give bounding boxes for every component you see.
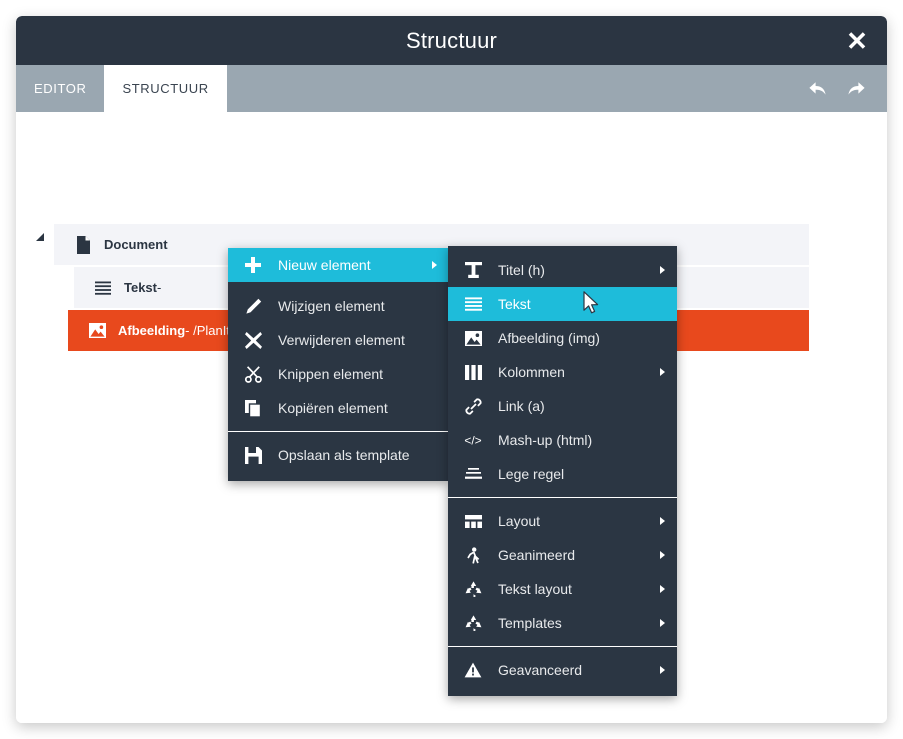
submenu-item-link[interactable]: Link (a) xyxy=(448,389,677,423)
submenu-item-lege-regel-label: Lege regel xyxy=(498,466,565,482)
menu-item-wijzigen-element[interactable]: Wijzigen element xyxy=(228,289,449,323)
menu-item-kopieren-element-label: Kopiëren element xyxy=(278,400,388,416)
menu-separator xyxy=(228,431,449,432)
chevron-right-icon xyxy=(660,517,665,525)
menu-item-knippen-element[interactable]: Knippen element xyxy=(228,357,449,391)
image-icon xyxy=(86,320,108,342)
chevron-right-icon xyxy=(660,266,665,274)
chevron-right-icon xyxy=(660,585,665,593)
submenu-separator-1 xyxy=(448,497,677,498)
menu-item-kopieren-element[interactable]: Kopiëren element xyxy=(228,391,449,425)
submenu-item-templates-label: Templates xyxy=(498,615,562,631)
blank-line-icon xyxy=(462,464,484,484)
dialog-titlebar: Structuur ✕ xyxy=(16,16,887,65)
submenu-gap-top xyxy=(448,246,677,253)
recycle-icon xyxy=(462,613,484,633)
submenu-item-layout-label: Layout xyxy=(498,513,541,529)
submenu-item-geanimeerd[interactable]: Geanimeerd xyxy=(448,538,677,572)
submenu-item-afbeelding[interactable]: Afbeelding (img) xyxy=(448,321,677,355)
cross-icon xyxy=(242,330,264,350)
save-icon xyxy=(242,445,264,465)
menu-item-knippen-element-label: Knippen element xyxy=(278,366,384,382)
chevron-right-icon xyxy=(660,551,665,559)
submenu-item-titel-label: Titel (h) xyxy=(498,262,545,278)
submenu-item-tekst-label: Tekst xyxy=(498,296,531,312)
submenu-item-geavanceerd[interactable]: Geavanceerd xyxy=(448,653,677,687)
collapse-triangle-icon[interactable] xyxy=(35,229,45,241)
tree-row-tekst-label: Tekst xyxy=(124,280,157,295)
tabbar-actions xyxy=(805,65,887,112)
link-icon xyxy=(462,396,484,416)
screen: Structuur ✕ EDITOR STRUCTUUR Document Te… xyxy=(0,0,903,739)
tab-editor[interactable]: EDITOR xyxy=(16,65,104,112)
text-T-icon xyxy=(462,260,484,280)
tabbar-spacer xyxy=(227,65,805,112)
tab-structuur-label: STRUCTUUR xyxy=(122,81,209,96)
menu-item-wijzigen-element-label: Wijzigen element xyxy=(278,298,385,314)
columns-icon xyxy=(462,362,484,382)
chevron-right-icon xyxy=(660,619,665,627)
text-lines-icon xyxy=(462,294,484,314)
submenu-item-lege-regel[interactable]: Lege regel xyxy=(448,457,677,491)
menu-gap xyxy=(228,282,449,289)
code-icon: </> xyxy=(462,430,484,450)
new-element-submenu: Titel (h) Tekst Afbeelding (img) Kolomme… xyxy=(448,246,677,696)
scissors-icon xyxy=(242,364,264,384)
submenu-item-mashup-label: Mash-up (html) xyxy=(498,432,593,448)
submenu-item-kolommen[interactable]: Kolommen xyxy=(448,355,677,389)
tab-structuur[interactable]: STRUCTUUR xyxy=(104,65,227,112)
submenu-item-tekst-layout-label: Tekst layout xyxy=(498,581,572,597)
warning-icon xyxy=(462,660,484,680)
text-lines-icon xyxy=(92,277,114,299)
tab-editor-label: EDITOR xyxy=(34,81,87,96)
plus-icon xyxy=(242,255,264,275)
submenu-item-tekst-layout[interactable]: Tekst layout xyxy=(448,572,677,606)
submenu-item-titel[interactable]: Titel (h) xyxy=(448,253,677,287)
submenu-item-afbeelding-label: Afbeelding (img) xyxy=(498,330,600,346)
submenu-item-mashup[interactable]: </> Mash-up (html) xyxy=(448,423,677,457)
animation-icon xyxy=(462,545,484,565)
image-icon xyxy=(462,328,484,348)
chevron-right-icon xyxy=(660,666,665,674)
document-icon xyxy=(72,234,94,256)
submenu-item-tekst[interactable]: Tekst xyxy=(448,287,677,321)
undo-icon[interactable] xyxy=(805,76,831,102)
submenu-gap-bottom xyxy=(448,687,677,696)
layout-icon xyxy=(462,511,484,531)
menu-gap-bottom xyxy=(228,472,449,481)
menu-item-opslaan-als-template[interactable]: Opslaan als template xyxy=(228,438,449,472)
menu-item-nieuw-element[interactable]: Nieuw element xyxy=(228,248,449,282)
menu-item-opslaan-als-template-label: Opslaan als template xyxy=(278,447,410,463)
tree-row-tekst-sub: - xyxy=(157,280,162,295)
tabbar: EDITOR STRUCTUUR xyxy=(16,65,887,112)
pencil-icon xyxy=(242,296,264,316)
submenu-item-geavanceerd-label: Geavanceerd xyxy=(498,662,583,678)
submenu-item-geanimeerd-label: Geanimeerd xyxy=(498,547,576,563)
chevron-right-icon xyxy=(660,368,665,376)
chevron-right-icon xyxy=(432,261,437,269)
menu-item-nieuw-element-label: Nieuw element xyxy=(278,257,371,273)
svg-text:</>: </> xyxy=(464,434,481,448)
redo-icon[interactable] xyxy=(843,76,869,102)
tree-row-afbeelding-label: Afbeelding xyxy=(118,323,186,338)
submenu-item-kolommen-label: Kolommen xyxy=(498,364,565,380)
tree-row-document-label: Document xyxy=(104,237,168,252)
menu-item-verwijderen-element-label: Verwijderen element xyxy=(278,332,405,348)
submenu-separator-2 xyxy=(448,646,677,647)
dialog-title: Structuur xyxy=(405,28,498,53)
submenu-item-templates[interactable]: Templates xyxy=(448,606,677,640)
submenu-item-link-label: Link (a) xyxy=(498,398,545,414)
context-menu: Nieuw element Wijzigen element Verwijder… xyxy=(228,248,449,481)
close-icon[interactable]: ✕ xyxy=(843,27,871,55)
menu-item-verwijderen-element[interactable]: Verwijderen element xyxy=(228,323,449,357)
copy-icon xyxy=(242,398,264,418)
submenu-item-layout[interactable]: Layout xyxy=(448,504,677,538)
recycle-icon xyxy=(462,579,484,599)
